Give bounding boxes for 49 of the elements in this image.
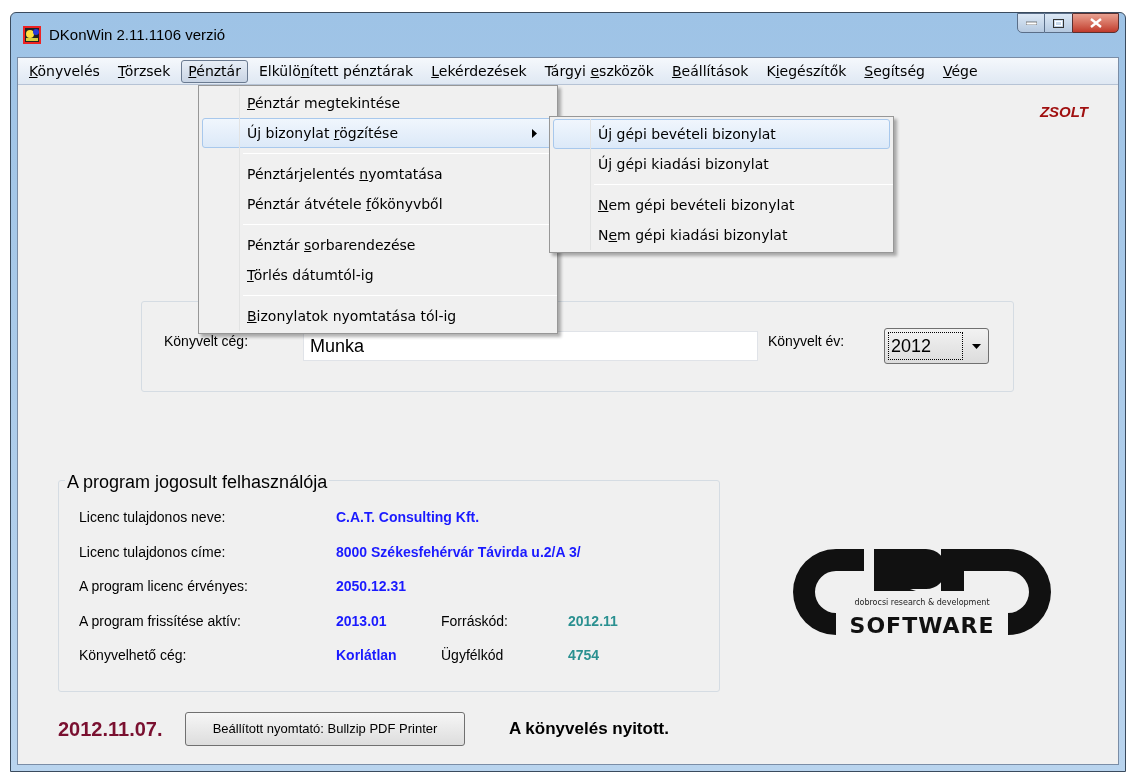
dropdown-arrow-icon — [972, 343, 981, 349]
field-label: Könyvelhető cég: — [79, 646, 187, 666]
menu-option[interactable]: Bizonylatok nyomtatása tól-ig — [202, 301, 554, 331]
company-field: Munka — [303, 331, 758, 361]
menu-item[interactable]: Vége — [935, 59, 985, 83]
window-title: DKonWin 2.11.1106 verzió — [49, 24, 226, 45]
menu-option[interactable]: Törlés dátumtól-ig — [202, 260, 554, 290]
maximize-icon — [1053, 18, 1064, 28]
menu-item[interactable]: Segítség — [857, 59, 932, 83]
printer-button[interactable]: Beállított nyomtató: Bullzip PDF Printer — [185, 711, 465, 746]
close-icon — [1089, 18, 1102, 28]
app-icon — [23, 26, 41, 44]
user-name: ZSOLT — [1039, 102, 1088, 122]
menu-item[interactable]: Elkülönített pénztárak — [251, 59, 421, 83]
menu-item[interactable]: Beállítások — [664, 59, 756, 83]
menu-item[interactable]: Lekérdezések — [424, 59, 534, 83]
minimize-button[interactable] — [1017, 13, 1045, 33]
year-dropdown[interactable]: 2012 — [884, 328, 989, 364]
status-message: A könyvelés nyitott. — [509, 717, 669, 740]
menu-item[interactable]: Tárgyi eszközök — [537, 59, 661, 83]
field-value: 2013.01 — [336, 611, 388, 631]
year-label: Könyvelt év: — [768, 331, 846, 351]
logo-drawing: dobrocsi research & development SOFTWARE — [776, 536, 1066, 652]
company-label: Könyvelt cég: — [164, 331, 250, 351]
field-value: 2050.12.31 — [336, 577, 407, 597]
field-label: Licenc tulajdonos neve: — [79, 508, 226, 528]
menu-item[interactable]: Kiegészítők — [759, 59, 854, 83]
field-value: C.A.T. Consulting Kft. — [336, 508, 480, 528]
field-value: 8000 Székesfehérvár Távirda u.2/A 3/ — [336, 542, 581, 562]
close-button[interactable] — [1072, 13, 1119, 33]
date-label: 2012.11.07. — [58, 716, 164, 742]
menu-item[interactable]: Törzsek — [110, 59, 178, 83]
field-label: A program licenc érvényes: — [79, 577, 248, 597]
menu-option[interactable]: Nem gépi bevételi bizonylat — [553, 190, 890, 220]
field-value: Korlátlan — [336, 646, 398, 666]
minimize-icon — [1025, 21, 1037, 25]
maximize-button[interactable] — [1045, 13, 1072, 33]
menu-item[interactable]: Könyvelés — [22, 59, 107, 83]
field-value: 2012.11 — [568, 611, 618, 631]
field-label: Forráskód: — [441, 611, 509, 631]
field-value: 4754 — [568, 646, 600, 666]
menu-option[interactable]: Új gépi kiadási bizonylat — [553, 149, 890, 179]
menu-option[interactable]: Pénztár megtekintése — [202, 88, 554, 118]
field-label: Ügyfélkód — [441, 646, 505, 666]
menu-option[interactable]: Nem gépi kiadási bizonylat — [553, 220, 890, 250]
field-label: A program frissítése aktív: — [79, 611, 241, 631]
menu-item[interactable]: Pénztár — [181, 59, 248, 83]
menu-option[interactable]: Új gépi bevételi bizonylat — [553, 119, 890, 149]
field-label: Licenc tulajdonos címe: — [79, 542, 226, 562]
